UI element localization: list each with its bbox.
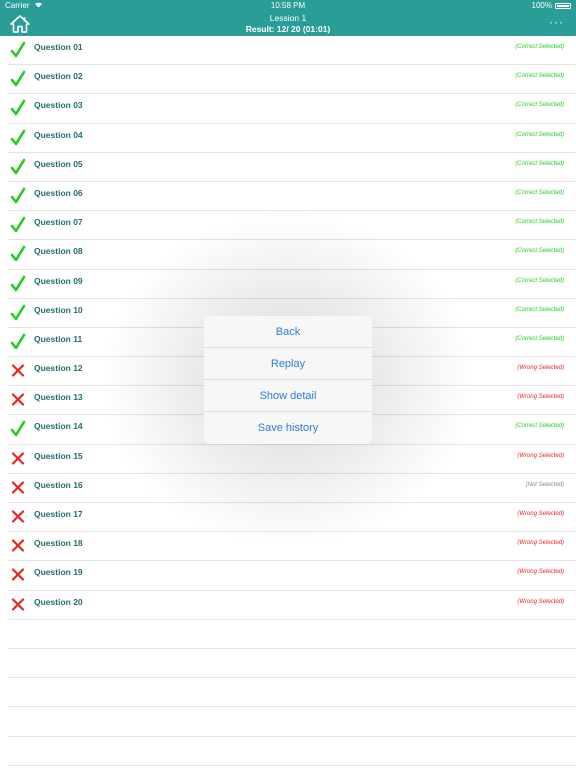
question-label: Question 14	[34, 421, 83, 432]
answer-status: (Wrong Selected)	[517, 452, 564, 459]
cross-icon	[10, 450, 26, 467]
battery-indicator: 100%	[532, 0, 571, 12]
question-row[interactable]: Question 15 (Wrong Selected)	[8, 445, 576, 474]
answer-status: (Wrong Selected)	[517, 394, 564, 401]
answer-status: (Correct Selected)	[515, 44, 564, 50]
empty-row	[8, 620, 576, 649]
empty-row	[8, 649, 576, 679]
battery-icon	[555, 3, 571, 9]
cross-icon	[10, 391, 26, 408]
answer-status: (Correct Selected)	[515, 219, 564, 226]
lesson-title: Lession 1	[269, 13, 307, 23]
checkmark-icon	[10, 216, 26, 233]
question-label: Question 06	[34, 187, 83, 198]
question-row[interactable]: Question 19 (Wrong Selected)	[8, 561, 576, 591]
question-row[interactable]: Question 03 (Correct Selected)	[8, 94, 576, 124]
answer-status: (Correct Selected)	[515, 306, 564, 313]
answer-status: (Correct Selected)	[515, 335, 564, 342]
action-menu: Back Replay Show detail Save history	[204, 316, 372, 444]
question-label: Question 19	[34, 567, 83, 578]
question-row[interactable]: Question 09 (Correct Selected)	[8, 270, 576, 299]
cross-icon	[10, 596, 26, 613]
question-label: Question 16	[34, 479, 83, 490]
question-row[interactable]: Question 17 (Wrong Selected)	[8, 503, 576, 533]
status-time: 10:58 PM	[270, 1, 306, 10]
question-label: Question 11	[34, 333, 83, 344]
empty-row	[8, 707, 576, 737]
question-label: Question 07	[34, 217, 83, 228]
empty-row	[8, 678, 576, 708]
answer-status: (Correct Selected)	[515, 423, 564, 430]
answer-status: (Wrong Selected)	[517, 365, 564, 372]
cross-icon	[10, 508, 26, 525]
answer-status: (Wrong Selected)	[517, 569, 564, 576]
checkmark-icon	[10, 304, 26, 321]
question-label: Question 04	[34, 129, 83, 140]
question-row[interactable]: Question 01 (Correct Selected)	[8, 36, 576, 66]
question-row[interactable]: Question 16 (Not Selected)	[8, 474, 576, 503]
question-label: Question 17	[34, 509, 83, 519]
answer-status: (Wrong Selected)	[517, 598, 564, 605]
answer-status: (Wrong Selected)	[517, 511, 564, 517]
question-label: Question 05	[34, 158, 83, 169]
cross-icon	[10, 362, 26, 379]
checkmark-icon	[10, 129, 26, 146]
question-label: Question 03	[34, 100, 83, 111]
answer-status: (Not Selected)	[525, 481, 564, 488]
nav-bar: Lession 1 Result: 12/ 20 (01:01) ···	[0, 12, 576, 36]
more-options-icon[interactable]: ···	[549, 16, 564, 28]
answer-status: (Correct Selected)	[515, 73, 564, 80]
empty-row	[8, 737, 576, 766]
page-title: Lession 1 Result: 12/ 20 (01:01)	[0, 13, 576, 35]
question-row[interactable]: Question 20 (Wrong Selected)	[8, 591, 576, 620]
cross-icon	[10, 537, 26, 554]
question-row[interactable]: Question 18 (Wrong Selected)	[8, 532, 576, 562]
question-row[interactable]: Question 05 (Correct Selected)	[8, 153, 576, 182]
checkmark-icon	[10, 99, 26, 116]
question-label: Question 13	[34, 392, 83, 403]
question-label: Question 20	[34, 596, 83, 607]
answer-status: (Correct Selected)	[515, 189, 564, 196]
answer-status: (Wrong Selected)	[517, 540, 564, 547]
menu-item-save-history[interactable]: Save history	[204, 412, 372, 444]
result-summary: Result: 12/ 20 (01:01)	[245, 24, 331, 34]
checkmark-icon	[10, 420, 26, 437]
answer-status: (Correct Selected)	[515, 248, 564, 255]
checkmark-icon	[10, 333, 26, 350]
question-row[interactable]: Question 08 (Correct Selected)	[8, 240, 576, 270]
checkmark-icon	[10, 275, 26, 292]
menu-item-show-detail[interactable]: Show detail	[204, 380, 372, 412]
checkmark-icon	[10, 187, 26, 204]
checkmark-icon	[10, 41, 26, 58]
cross-icon	[10, 566, 26, 583]
cross-icon	[10, 479, 26, 496]
answer-status: (Correct Selected)	[515, 160, 564, 167]
answer-status: (Correct Selected)	[515, 131, 564, 138]
question-row[interactable]: Question 02 (Correct Selected)	[8, 65, 576, 95]
question-label: Question 02	[34, 71, 83, 82]
question-row[interactable]: Question 06 (Correct Selected)	[8, 182, 576, 212]
question-label: Question 09	[34, 275, 83, 286]
answer-status: (Correct Selected)	[515, 277, 564, 284]
checkmark-icon	[10, 158, 26, 175]
question-label: Question 18	[34, 538, 83, 549]
status-bar: Carrier 10:58 PM 100%	[0, 0, 576, 12]
menu-item-back[interactable]: Back	[204, 316, 372, 348]
question-label: Question 12	[34, 363, 83, 374]
answer-status: (Correct Selected)	[515, 102, 564, 109]
question-label: Question 15	[34, 450, 83, 461]
checkmark-icon	[10, 70, 26, 87]
battery-percent: 100%	[531, 1, 552, 10]
question-row[interactable]: Question 04 (Correct Selected)	[8, 124, 576, 153]
menu-item-replay[interactable]: Replay	[204, 348, 372, 380]
question-label: Question 10	[34, 304, 83, 315]
checkmark-icon	[10, 245, 26, 262]
question-label: Question 01	[34, 42, 83, 52]
question-row[interactable]: Question 07 (Correct Selected)	[8, 211, 576, 241]
question-label: Question 08	[34, 246, 83, 257]
